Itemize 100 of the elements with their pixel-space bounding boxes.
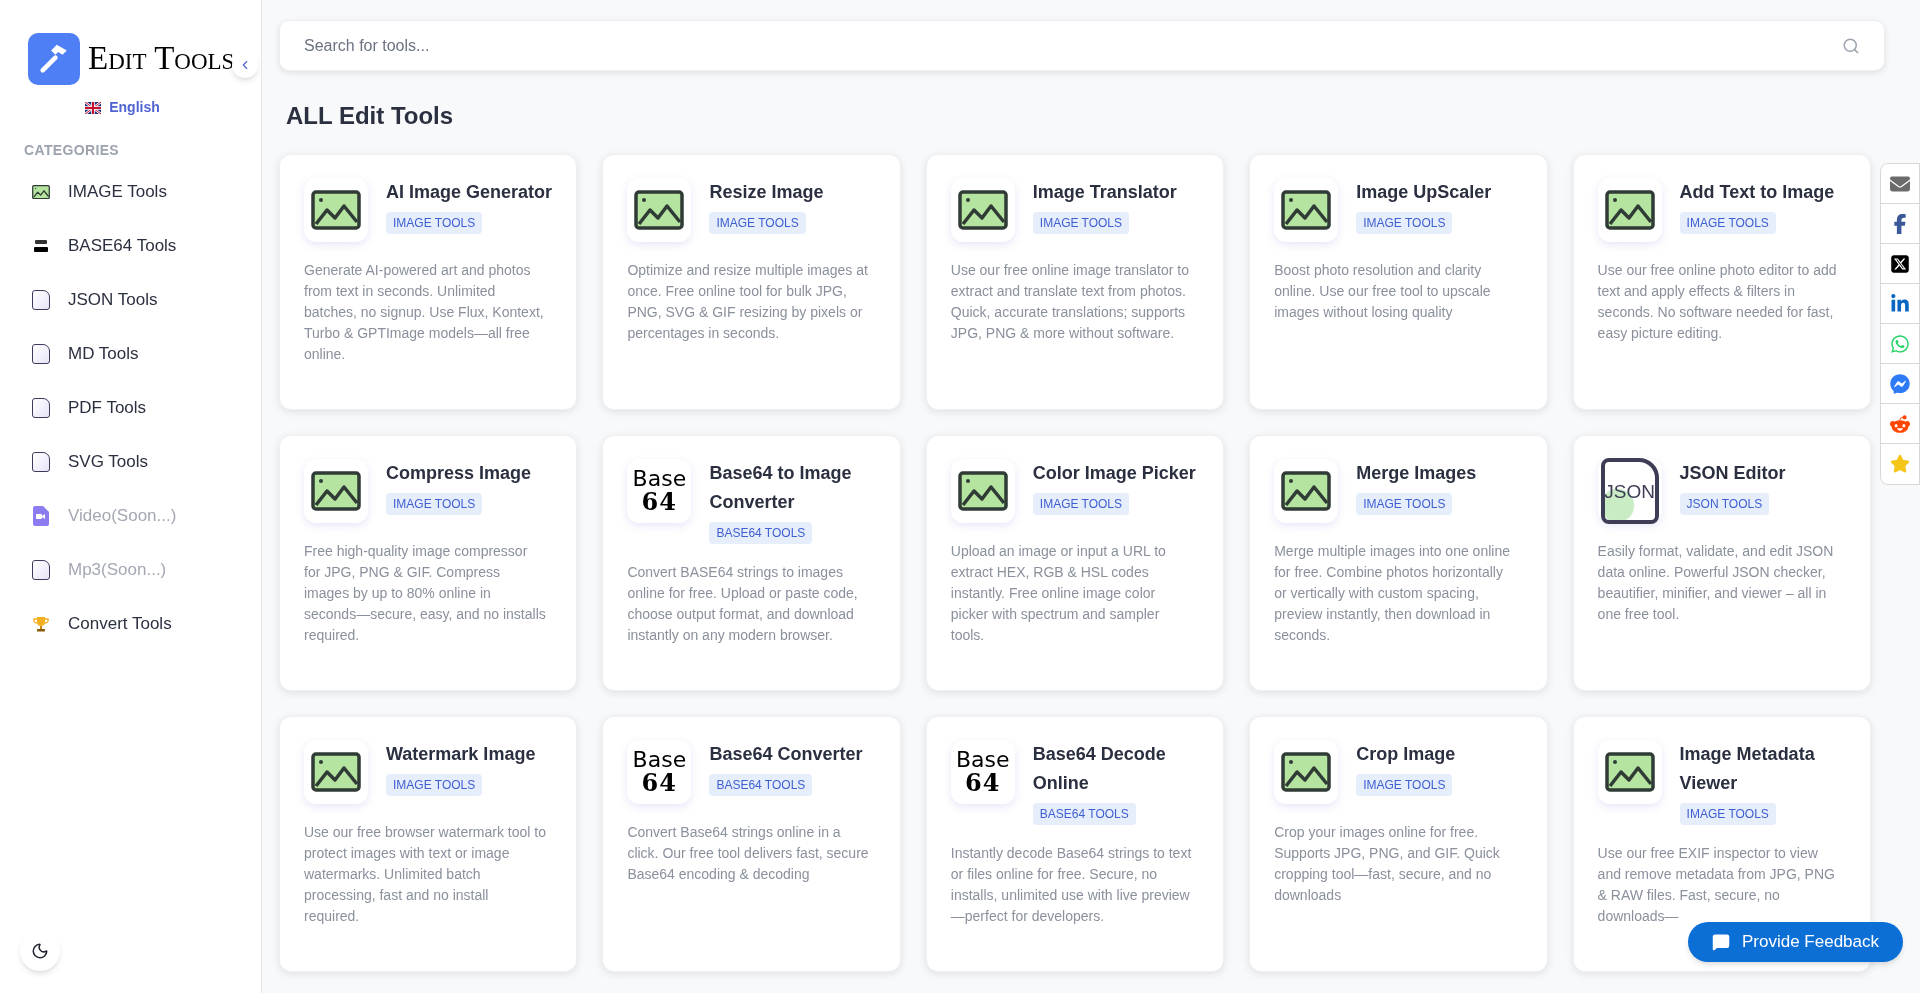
tool-card[interactable]: Base 64 Base64 Decode Online BASE64 TOOLS Instantly decode Base64 strings to text or files online for free. Secure, no installs, unlimited use with live preview—perfect for developers. — [925, 716, 1225, 972]
base64-icon: Base 64 — [956, 749, 1010, 795]
tool-card[interactable]: Watermark Image IMAGE TOOLS Use our free browser watermark tool to protect images with text or image watermarks. Unlimited batch processing, fast and no install required. — [279, 716, 578, 972]
category-link[interactable]: Convert Tools — [68, 611, 172, 637]
tool-card[interactable]: AI Image Generator IMAGE TOOLS Generate AI-powered art and photos from text in seconds. Unlimited batches, no signup. Use Flux, Kontext, Turbo & GPTImage models—all free online. — [279, 154, 578, 410]
card-title: Image Metadata Viewer — [1679, 743, 1816, 795]
card-title: Merge Images — [1356, 462, 1477, 485]
card-title: Watermark Image — [386, 743, 536, 766]
search-icon — [1842, 36, 1860, 55]
category-tag: BASE64 TOOLS — [1032, 803, 1136, 825]
card-description: Upload an image or input a URL to extract HEX, RGB & HSL codes instantly. Free online image color picker with spectrum and sampler tools. — [950, 542, 1167, 645]
image-icon — [311, 471, 361, 511]
tool-card[interactable]: Merge Images IMAGE TOOLS Merge multiple images into one online for free. Combine photos horizontally or vertically with custom spacing, preview instantly, then download in seconds. — [1249, 435, 1548, 691]
tool-card[interactable]: Add Text to Image IMAGE TOOLS Use our free online photo editor to add text and apply effects & filters in seconds. No software needed for fast, easy picture editing. — [1572, 154, 1871, 410]
document-icon — [32, 452, 50, 472]
tool-card[interactable]: Resize Image IMAGE TOOLS Optimize and resize multiple images at once. Free online tool for bulk JPG, PNG, SVG & GIF resizing by pixels or percentages in seconds. — [602, 154, 901, 410]
card-title: Image Translator — [1032, 181, 1177, 204]
card-description: Free high-quality image compressor for JPG, PNG & GIF. Compress images by up to 80% online in seconds—secure, easy, and no installs required. — [304, 542, 546, 645]
logo-text: Edit Tools — [88, 39, 235, 79]
card-description: Easily format, validate, and edit JSON data online. Powerful JSON checker, beautifier, minifier, and viewer – all in one free tool. — [1597, 542, 1835, 624]
image-icon — [311, 752, 361, 792]
category-tag: IMAGE TOOLS — [1032, 212, 1130, 234]
image-icon — [1604, 752, 1655, 792]
card-description: Use our free online image translator to extract and translate text from photos. Quick, accurate translations; supports JPG, PNG & more without software. — [950, 261, 1190, 343]
video-camera-icon — [33, 506, 49, 526]
card-title: Image UpScaler — [1356, 181, 1492, 204]
category-link[interactable]: MD Tools — [68, 341, 139, 367]
card-description: Convert Base64 strings online in a click. Our free tool delivers fast, secure Base64 encoding & decoding — [627, 823, 870, 884]
language-link[interactable]: English — [109, 97, 160, 118]
category-tag: IMAGE TOOLS — [386, 212, 483, 234]
category-tag: IMAGE TOOLS — [1679, 803, 1776, 825]
x-icon[interactable] — [1890, 253, 1910, 274]
reddit-icon[interactable] — [1890, 413, 1910, 434]
category-tag: IMAGE TOOLS — [1356, 774, 1453, 796]
category-tag: IMAGE TOOLS — [1679, 212, 1776, 234]
category-link[interactable]: PDF Tools — [68, 395, 147, 421]
card-description: Boost photo resolution and clarity online. Use our free tool to upscale images without losing quality — [1274, 261, 1492, 322]
card-description: Optimize and resize multiple images at once. Free online tool for bulk JPG, PNG, SVG & GIF resizing by pixels or percentages in seconds. — [627, 261, 869, 343]
category-tag: IMAGE TOOLS — [1356, 212, 1453, 234]
image-icon — [1281, 752, 1332, 792]
card-title: Color Image Picker — [1032, 462, 1196, 485]
star-icon[interactable] — [1890, 454, 1910, 474]
category-tag: IMAGE TOOLS — [1356, 493, 1453, 515]
category-link[interactable]: IMAGE Tools — [68, 179, 167, 205]
page-heading: ALL Edit Tools — [286, 101, 455, 131]
base64-icon: Base 64 — [632, 749, 687, 795]
image-icon — [1281, 471, 1332, 511]
card-description: Use our free browser watermark tool to protect images with text or image watermarks. Unlimited batch processing, fast and no install required. — [304, 823, 546, 926]
card-title: Base64 to Image Converter — [709, 462, 853, 514]
document-icon — [32, 560, 50, 580]
tool-card[interactable]: Crop Image IMAGE TOOLS Crop your images online for free. Supports JPG, PNG, and GIF. Quick cropping tool—fast, secure, and no downloads — [1249, 716, 1548, 972]
document-icon: JSON — [1600, 458, 1659, 524]
tool-card[interactable]: Image Translator IMAGE TOOLS Use our free online image translator to extract and translate text from photos. Quick, accurate translations; supports JPG, PNG & more without software. — [925, 154, 1225, 410]
card-title: Crop Image — [1356, 743, 1456, 766]
card-title: Compress Image — [386, 462, 532, 485]
dark-mode-button[interactable] — [20, 931, 60, 971]
messenger-icon[interactable] — [1890, 373, 1910, 394]
category-tag: BASE64 TOOLS — [709, 774, 813, 796]
moon-icon — [31, 942, 49, 960]
image-icon — [1281, 190, 1332, 230]
tool-card[interactable]: Base 64 Base64 Converter BASE64 TOOLS Convert Base64 strings online in a click. Our free tool delivers fast, secure Base64 encoding & decoding — [602, 716, 901, 972]
flag-icon — [85, 101, 102, 114]
card-description: Generate AI-powered art and photos from text in seconds. Unlimited batches, no signup. Use Flux, Kontext, Turbo & GPTImage models—all free online. — [304, 261, 545, 364]
image-icon — [311, 190, 361, 230]
category-tag: IMAGE TOOLS — [386, 774, 483, 796]
category-link[interactable]: SVG Tools — [68, 449, 148, 475]
category-tag: IMAGE TOOLS — [709, 212, 806, 234]
feedback-button[interactable]: Provide Feedback — [1688, 922, 1904, 962]
card-title: Add Text to Image — [1679, 181, 1835, 204]
categories-label: CATEGORIES — [24, 141, 121, 160]
document-icon — [32, 344, 50, 364]
category-tag: IMAGE TOOLS — [386, 493, 483, 515]
base64-icon: Base 64 — [632, 468, 687, 514]
tool-card[interactable]: Base 64 Base64 to Image Converter BASE64 TOOLS Convert BASE64 strings to images online for free. Upload or paste code, choose output format, and download instantly on any modern browser. — [602, 435, 901, 691]
linkedin-icon[interactable] — [1890, 293, 1910, 314]
category-link[interactable]: JSON Tools — [68, 287, 158, 313]
card-description: Crop your images online for free. Supports JPG, PNG, and GIF. Quick cropping tool—fast, secure, and no downloads — [1274, 823, 1501, 905]
tool-card[interactable]: Color Image Picker IMAGE TOOLS Upload an image or input a URL to extract HEX, RGB & HSL codes instantly. Free online image color picker with spectrum and sampler tools. — [925, 435, 1225, 691]
hammer-logo-icon — [28, 33, 80, 85]
document-icon — [32, 290, 50, 310]
category-tag: BASE64 TOOLS — [709, 522, 813, 544]
search-field[interactable]: Search for tools... — [279, 20, 1885, 71]
trophy-icon — [33, 616, 49, 632]
card-description: Convert BASE64 strings to images online for free. Upload or paste code, choose output format, and download instantly on any modern browser. — [627, 563, 859, 645]
category-tag: IMAGE TOOLS — [1032, 493, 1130, 515]
category-link[interactable]: BASE64 Tools — [68, 233, 177, 259]
image-icon — [634, 190, 685, 230]
tool-card[interactable]: Compress Image IMAGE TOOLS Free high-quality image compressor for JPG, PNG & GIF. Compress images by up to 80% online in seconds—secure, easy, and no installs required. — [279, 435, 578, 691]
card-title: AI Image Generator — [386, 181, 553, 204]
category-tag: JSON TOOLS — [1679, 493, 1770, 515]
card-title: Resize Image — [709, 181, 824, 204]
card-title: JSON Editor — [1679, 462, 1786, 485]
tool-card[interactable]: Image UpScaler IMAGE TOOLS Boost photo resolution and clarity online. Use our free tool to upscale images without losing quality — [1249, 154, 1548, 410]
image-icon — [957, 471, 1008, 511]
card-title: Base64 Decode Online — [1032, 743, 1167, 795]
document-icon — [32, 398, 50, 418]
message-icon — [1712, 933, 1730, 951]
image-icon — [957, 190, 1008, 230]
search-input[interactable]: Search for tools... — [304, 33, 1842, 58]
tool-card[interactable]: JSON JSON Editor JSON TOOLS Easily format, validate, and edit JSON data online. Powerful JSON checker, beautifier, minifier, and viewer – all in one free tool. — [1572, 435, 1871, 691]
